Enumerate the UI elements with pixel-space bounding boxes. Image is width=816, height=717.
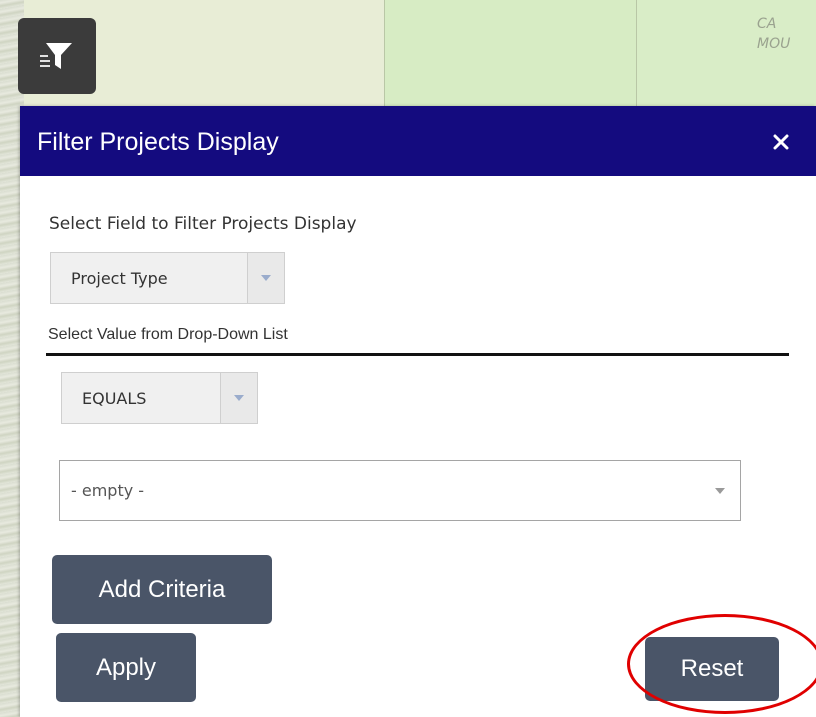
close-icon: [773, 134, 789, 150]
value-combobox-toggle[interactable]: [700, 487, 740, 495]
operator-dropdown[interactable]: EQUALS: [61, 372, 258, 424]
field-dropdown-toggle[interactable]: [247, 253, 284, 303]
value-combobox-text: - empty -: [71, 481, 145, 500]
panel-header: Filter Projects Display: [20, 106, 816, 176]
field-select-label: Select Field to Filter Projects Display: [49, 214, 357, 234]
value-select-label: Select Value from Drop-Down List: [48, 326, 288, 343]
filter-icon: [40, 43, 72, 69]
field-dropdown-value: Project Type: [71, 268, 168, 288]
operator-dropdown-toggle[interactable]: [220, 373, 257, 423]
close-button[interactable]: [768, 129, 794, 155]
filter-panel: Filter Projects Display Select Field to …: [20, 106, 816, 717]
map-region: [384, 0, 637, 110]
panel-title: Filter Projects Display: [37, 128, 279, 156]
add-criteria-button[interactable]: Add Criteria: [52, 555, 272, 624]
reset-highlight-annotation: [627, 614, 816, 714]
operator-dropdown-value: EQUALS: [82, 388, 147, 408]
chevron-down-icon: [261, 275, 271, 281]
field-dropdown[interactable]: Project Type: [50, 252, 285, 304]
map-place-label: CA MOU: [757, 16, 791, 52]
apply-button[interactable]: Apply: [56, 633, 196, 702]
value-combobox[interactable]: - empty -: [59, 460, 741, 521]
divider: [46, 353, 789, 356]
chevron-down-icon: [234, 395, 244, 401]
chevron-down-icon: [715, 487, 725, 494]
map-region: CA MOU: [636, 0, 816, 110]
filter-toggle-button[interactable]: [18, 18, 96, 94]
